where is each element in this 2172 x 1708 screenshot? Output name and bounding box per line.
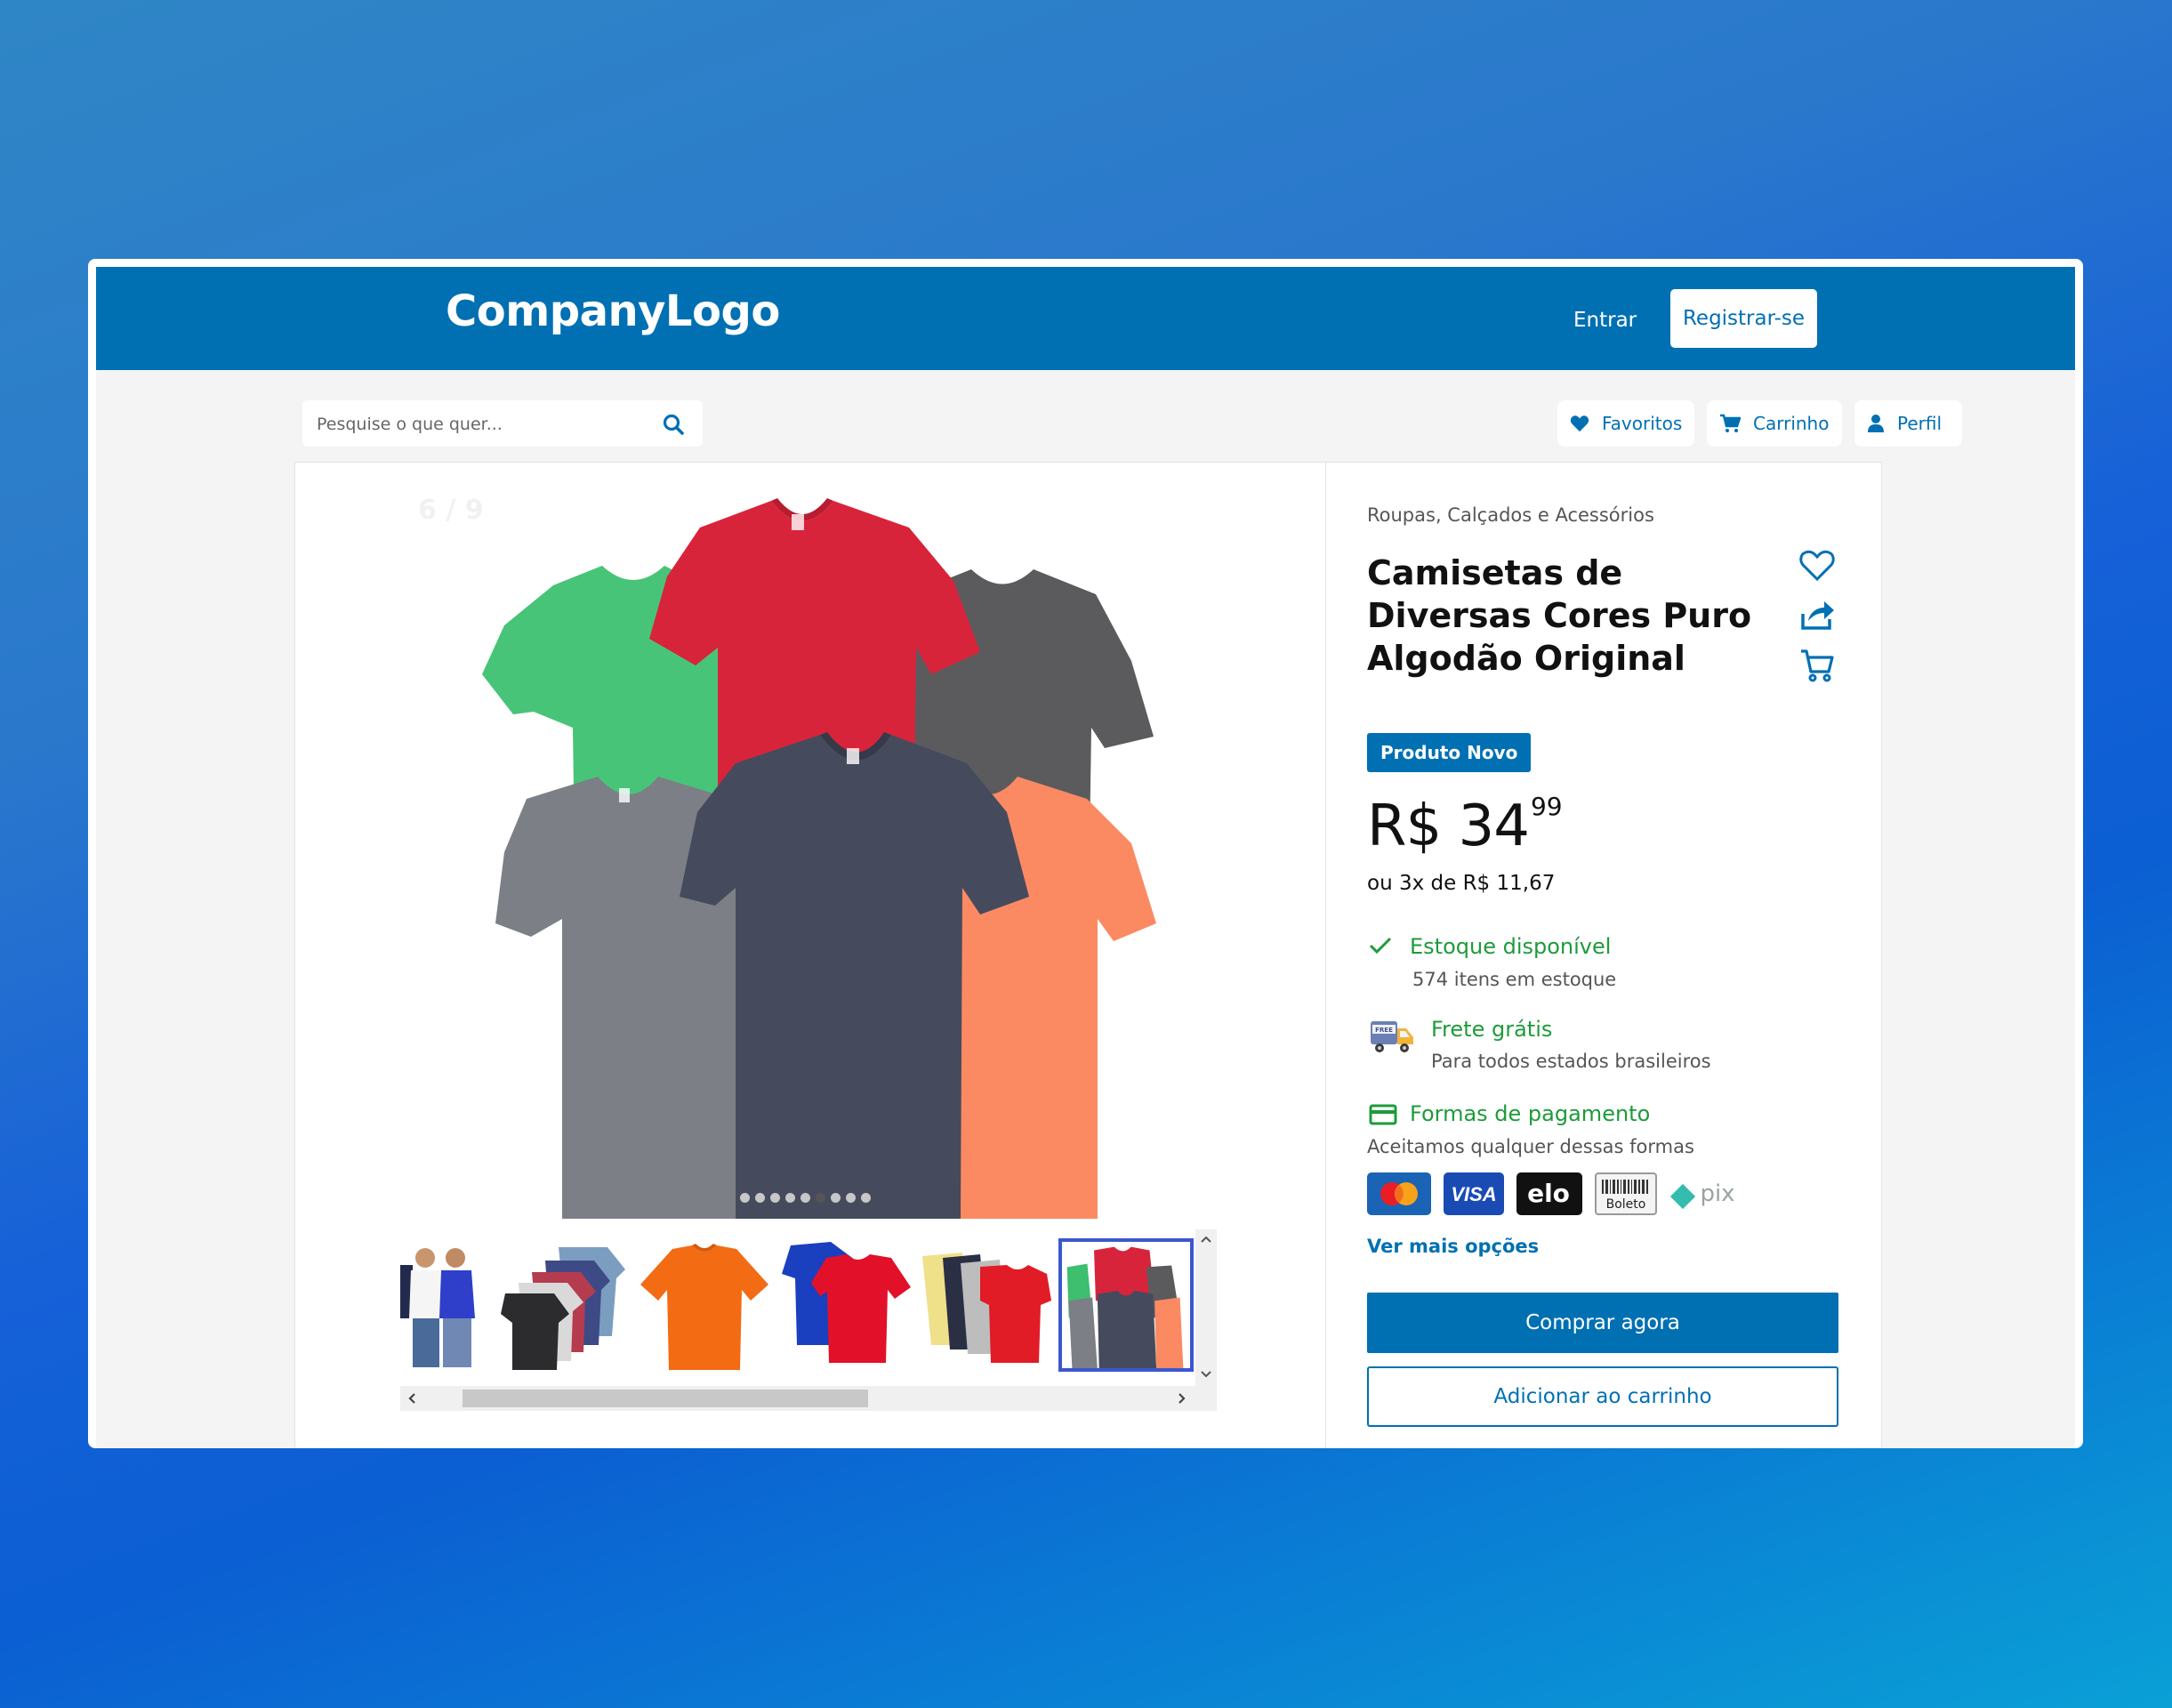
price-main: R$ 34 bbox=[1367, 794, 1530, 859]
product-category[interactable]: Roupas, Calçados e Acessórios bbox=[1367, 504, 1654, 526]
thumbnail-six-tees[interactable] bbox=[1058, 1238, 1194, 1372]
product-details-card: Roupas, Calçados e Acessórios Camisetas … bbox=[1325, 462, 1882, 1448]
browser-frame: CompanyLogo Entrar Registrar-se Favorito… bbox=[88, 259, 2083, 1448]
carousel-dot[interactable] bbox=[831, 1192, 841, 1203]
login-button[interactable]: Entrar bbox=[1568, 308, 1642, 333]
thumbnail-colored-row[interactable] bbox=[918, 1238, 1053, 1372]
thumbnail-blue-red[interactable] bbox=[777, 1238, 913, 1372]
thumbnail-models[interactable] bbox=[400, 1238, 480, 1372]
elo-card: elo bbox=[1516, 1172, 1582, 1215]
product-title: Camisetas de Diversas Cores Puro Algodão… bbox=[1367, 553, 1752, 678]
svg-text:FREE: FREE bbox=[1375, 1027, 1393, 1034]
search-bar bbox=[302, 400, 703, 448]
share-icon[interactable] bbox=[1799, 598, 1835, 632]
thumbnail-vertical-scrollbar[interactable] bbox=[1195, 1229, 1217, 1386]
credit-card-icon bbox=[1369, 1104, 1397, 1125]
search-icon[interactable] bbox=[662, 413, 685, 436]
carousel-dot[interactable] bbox=[846, 1192, 856, 1203]
company-logo[interactable]: CompanyLogo bbox=[446, 286, 780, 336]
carousel-dot[interactable] bbox=[755, 1192, 765, 1203]
payment-title: Formas de pagamento bbox=[1410, 1101, 1651, 1126]
carousel-dot[interactable] bbox=[861, 1192, 871, 1203]
favorite-heart-icon[interactable] bbox=[1799, 550, 1835, 582]
chevron-up-icon[interactable] bbox=[1195, 1229, 1217, 1251]
search-input[interactable] bbox=[315, 400, 639, 448]
favorites-button[interactable]: Favoritos bbox=[1557, 400, 1694, 447]
check-icon bbox=[1369, 937, 1392, 955]
carousel-dots bbox=[740, 1188, 871, 1206]
top-bar: CompanyLogo Entrar Registrar-se bbox=[96, 267, 2075, 370]
thumbnail-orange[interactable] bbox=[637, 1238, 772, 1372]
pix-card: pix bbox=[1669, 1180, 1735, 1210]
installments-text: ou 3x de R$ 11,67 bbox=[1367, 872, 1556, 895]
carousel-dot[interactable] bbox=[740, 1192, 750, 1203]
register-button[interactable]: Registrar-se bbox=[1670, 289, 1817, 348]
add-to-cart-icon[interactable] bbox=[1799, 648, 1835, 683]
carousel-dot-active[interactable] bbox=[816, 1192, 825, 1203]
cart-button[interactable]: Carrinho bbox=[1707, 400, 1842, 447]
visa-card: VISA bbox=[1444, 1172, 1504, 1215]
chevron-right-icon[interactable] bbox=[1170, 1386, 1192, 1411]
price-cents: 99 bbox=[1530, 792, 1563, 821]
cart-label: Carrinho bbox=[1753, 413, 1830, 434]
payment-detail: Aceitamos qualquer dessas formas bbox=[1367, 1136, 1694, 1157]
shipping-title: Frete grátis bbox=[1431, 1017, 1553, 1042]
scrollbar-thumb[interactable] bbox=[463, 1390, 868, 1407]
carousel-dot[interactable] bbox=[770, 1192, 780, 1203]
svg-text:elo: elo bbox=[1527, 1179, 1570, 1208]
stock-title: Estoque disponível bbox=[1410, 934, 1612, 959]
favorites-label: Favoritos bbox=[1602, 413, 1683, 434]
new-product-badge: Produto Novo bbox=[1367, 733, 1532, 772]
svg-text:Boleto: Boleto bbox=[1606, 1197, 1646, 1212]
profile-label: Perfil bbox=[1897, 413, 1943, 434]
chevron-left-icon[interactable] bbox=[402, 1386, 423, 1411]
heart-icon bbox=[1570, 415, 1589, 432]
stock-detail: 574 itens em estoque bbox=[1412, 969, 1617, 990]
payment-methods: VISA elo Boleto pix bbox=[1367, 1172, 1741, 1215]
svg-text:pix: pix bbox=[1700, 1180, 1734, 1207]
more-payment-options-link[interactable]: Ver mais opções bbox=[1367, 1236, 1539, 1257]
cart-icon bbox=[1720, 414, 1741, 432]
product-page: CompanyLogo Entrar Registrar-se Favorito… bbox=[96, 267, 2075, 1448]
chevron-down-icon[interactable] bbox=[1195, 1363, 1217, 1384]
carousel-dot[interactable] bbox=[800, 1192, 810, 1203]
shipping-detail: Para todos estados brasileiros bbox=[1431, 1051, 1711, 1072]
carousel-dot[interactable] bbox=[785, 1192, 795, 1203]
gallery-card: 6 / 9 bbox=[294, 462, 1326, 1448]
user-icon bbox=[1868, 415, 1884, 432]
mastercard-icon bbox=[1367, 1172, 1431, 1215]
thumbnail-strip bbox=[400, 1229, 1217, 1411]
profile-button[interactable]: Perfil bbox=[1854, 400, 1962, 447]
thumbnail-stacked[interactable] bbox=[496, 1238, 631, 1372]
add-to-cart-button[interactable]: Adicionar ao carrinho bbox=[1367, 1366, 1838, 1427]
buy-now-button[interactable]: Comprar agora bbox=[1367, 1293, 1838, 1353]
product-price: R$ 3499 bbox=[1367, 792, 1563, 859]
boleto-card: Boleto bbox=[1595, 1172, 1657, 1215]
free-shipping-truck-icon: FREE bbox=[1371, 1021, 1413, 1052]
main-product-image[interactable] bbox=[429, 479, 1194, 1219]
thumbnail-horizontal-scrollbar[interactable] bbox=[400, 1386, 1217, 1411]
svg-text:VISA: VISA bbox=[1451, 1183, 1496, 1205]
